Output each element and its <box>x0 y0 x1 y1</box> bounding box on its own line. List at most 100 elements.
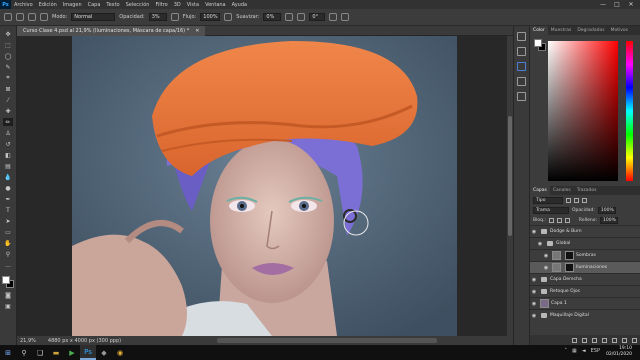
lock-position-icon[interactable] <box>556 217 562 223</box>
gradient-tool-icon[interactable]: ▤ <box>3 162 13 170</box>
menu-imagen[interactable]: Imagen <box>60 2 85 8</box>
close-icon[interactable]: ✕ <box>624 1 638 8</box>
network-icon[interactable]: ▦ <box>572 348 577 354</box>
airbrush-icon[interactable] <box>224 13 233 21</box>
lock-pixels-icon[interactable] <box>548 217 554 223</box>
add-mask-icon[interactable] <box>592 337 597 343</box>
document-canvas[interactable] <box>72 36 457 336</box>
menu-ayuda[interactable]: Ayuda <box>229 2 250 8</box>
eraser-tool-icon[interactable]: ◧ <box>3 151 13 159</box>
horizontal-scrollbar[interactable] <box>217 338 437 343</box>
photoshop-logo-icon[interactable]: Ps <box>0 0 11 9</box>
menu-texto[interactable]: Texto <box>103 2 122 8</box>
panel-color-swatches[interactable] <box>534 39 546 51</box>
tab-color[interactable]: Color <box>530 26 548 35</box>
canvas-area[interactable] <box>17 36 513 336</box>
blur-tool-icon[interactable]: 💧 <box>3 173 13 181</box>
volume-icon[interactable]: ◄ <box>582 348 586 354</box>
eyedropper-tool-icon[interactable]: ⁄ <box>3 96 13 104</box>
layer-style-icon[interactable] <box>582 337 587 343</box>
healing-tool-icon[interactable]: ✚ <box>3 107 13 115</box>
pressure-size-icon[interactable] <box>329 13 338 21</box>
close-tab-icon[interactable]: ✕ <box>195 28 199 34</box>
filter-adjustment-icon[interactable] <box>574 197 579 203</box>
lock-all-icon[interactable] <box>564 217 570 223</box>
history-brush-tool-icon[interactable]: ↺ <box>3 140 13 148</box>
libraries-panel-icon[interactable] <box>517 62 526 71</box>
link-layers-icon[interactable] <box>572 337 577 343</box>
quick-select-tool-icon[interactable]: ✎ <box>3 63 13 71</box>
smoothing-input[interactable]: 0% <box>263 13 282 21</box>
hue-slider[interactable] <box>626 41 633 181</box>
tab-motivos[interactable]: Motivos <box>608 28 631 33</box>
shape-tool-icon[interactable]: ▭ <box>3 228 13 236</box>
layer-row[interactable]: ◉ Capa 1 <box>530 297 640 309</box>
tab-degradados[interactable]: Degradados <box>574 28 607 33</box>
brush-panel-icon[interactable] <box>517 92 526 101</box>
layer-filter-select[interactable]: Tipo <box>533 196 563 204</box>
new-layer-icon[interactable] <box>622 337 627 343</box>
history-panel-icon[interactable] <box>517 32 526 41</box>
search-icon[interactable]: ⚲ <box>16 345 32 360</box>
dodge-tool-icon[interactable]: ● <box>3 184 13 192</box>
visibility-eye-icon[interactable]: ◉ <box>536 241 544 247</box>
opacity-input[interactable]: 3% <box>148 13 167 21</box>
new-group-icon[interactable] <box>612 337 617 343</box>
angle-input[interactable]: 0° <box>309 13 326 21</box>
menu-3d[interactable]: 3D <box>171 2 184 8</box>
menu-archivo[interactable]: Archivo <box>11 2 36 8</box>
layer-row[interactable]: ◉ Maquillaje Digital <box>530 309 640 321</box>
visibility-eye-icon[interactable]: ◉ <box>542 253 550 259</box>
layer-row[interactable]: ◉ Sombras <box>530 249 640 261</box>
layer-row[interactable]: ◉ Global <box>530 237 640 249</box>
lasso-tool-icon[interactable]: ◯ <box>3 52 13 60</box>
brush-tool-icon[interactable] <box>16 13 24 21</box>
adjustments-panel-icon[interactable] <box>517 77 526 86</box>
layer-row[interactable]: ◉ Dodge & Burn <box>530 225 640 237</box>
filter-type-icon[interactable] <box>582 197 587 203</box>
visibility-eye-icon[interactable]: ◉ <box>530 313 538 319</box>
color-swatches[interactable] <box>2 276 14 288</box>
more-tools-icon[interactable]: … <box>3 261 13 269</box>
language-indicator[interactable]: ESP <box>591 348 600 354</box>
vertical-scrollbar-thumb[interactable] <box>508 116 512 236</box>
chrome-icon[interactable]: ◉ <box>112 345 128 360</box>
maximize-icon[interactable]: □ <box>610 1 624 8</box>
properties-panel-icon[interactable] <box>517 47 526 56</box>
clock[interactable]: 19:10 02/01/2020 <box>606 346 632 358</box>
media-app-icon[interactable]: ▶ <box>64 345 80 360</box>
tab-capas[interactable]: Capas <box>530 186 550 195</box>
foreground-color-swatch[interactable] <box>2 276 10 284</box>
fill-input[interactable]: 100% <box>600 216 618 224</box>
home-icon[interactable] <box>4 13 12 21</box>
layer-row[interactable]: ◉ Retoque Ojos <box>530 285 640 297</box>
windows-start-icon[interactable]: ⊞ <box>0 345 16 360</box>
layer-row-selected[interactable]: ◉ Iluminaciones <box>530 261 640 273</box>
blend-mode-select[interactable]: Trama <box>533 206 569 214</box>
visibility-eye-icon[interactable]: ◉ <box>530 289 538 295</box>
panel-foreground-swatch[interactable] <box>534 39 542 47</box>
visibility-eye-icon[interactable]: ◉ <box>530 277 538 283</box>
brush-preset-icon[interactable] <box>28 13 36 21</box>
path-select-tool-icon[interactable]: ➤ <box>3 217 13 225</box>
menu-capa[interactable]: Capa <box>85 2 104 8</box>
marquee-tool-icon[interactable]: ⬚ <box>3 41 13 49</box>
zoom-tool-icon[interactable]: ⚲ <box>3 250 13 258</box>
minimize-icon[interactable]: — <box>596 1 610 8</box>
clone-stamp-tool-icon[interactable]: ♙ <box>3 129 13 137</box>
menu-vista[interactable]: Vista <box>184 2 202 8</box>
tab-trazados[interactable]: Trazados <box>574 188 600 193</box>
tab-muestras[interactable]: Muestras <box>548 28 575 33</box>
visibility-eye-icon[interactable]: ◉ <box>542 265 550 271</box>
saturation-brightness-field[interactable] <box>548 41 618 181</box>
adjustment-layer-icon[interactable] <box>602 337 607 343</box>
quick-mask-icon[interactable]: ◙ <box>3 291 13 299</box>
filter-pixel-icon[interactable] <box>566 197 571 203</box>
layer-mask-thumbnail[interactable] <box>565 263 574 272</box>
hand-tool-icon[interactable]: ✋ <box>3 239 13 247</box>
mode-select[interactable]: Normal <box>71 13 116 21</box>
move-tool-icon[interactable]: ✥ <box>3 30 13 38</box>
photoshop-taskbar-icon[interactable]: Ps <box>80 345 96 360</box>
symmetry-icon[interactable] <box>341 13 350 21</box>
app-taskbar-icon[interactable]: ◆ <box>96 345 112 360</box>
